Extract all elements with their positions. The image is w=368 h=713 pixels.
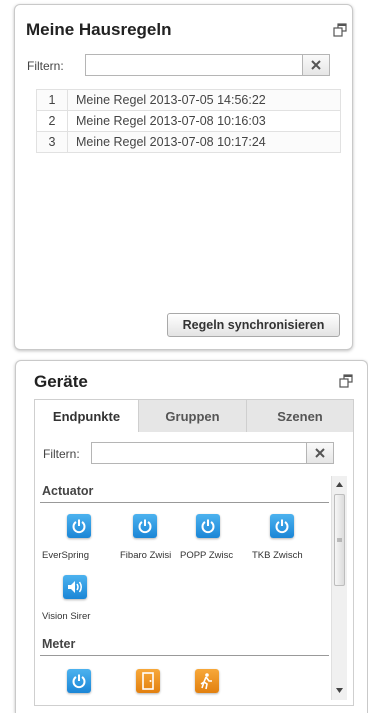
undock-icon[interactable] xyxy=(333,23,347,37)
undock-icon[interactable] xyxy=(339,374,353,388)
device-label: Fibaro Zwisi xyxy=(120,550,172,561)
scroll-thumb[interactable] xyxy=(334,494,345,586)
devices-filter-label: Filtern: xyxy=(43,447,80,461)
rules-filter-input[interactable] xyxy=(85,54,303,76)
sync-rules-button[interactable]: Regeln synchronisieren xyxy=(167,313,340,337)
devices-filter-input[interactable] xyxy=(91,442,307,464)
table-row[interactable]: 1 Meine Regel 2013-07-05 14:56:22 xyxy=(36,89,341,111)
device-tabs: Endpunkte Gruppen Szenen xyxy=(34,399,354,433)
rule-number: 3 xyxy=(36,131,68,153)
close-icon xyxy=(315,448,325,458)
rule-number: 1 xyxy=(36,89,68,111)
rules-filter-label: Filtern: xyxy=(27,59,64,73)
device-list-scrollbar[interactable] xyxy=(331,476,347,700)
rules-filter-clear-button[interactable] xyxy=(302,54,330,76)
scroll-down-arrow[interactable] xyxy=(332,682,347,698)
rule-name[interactable]: Meine Regel 2013-07-08 10:17:24 xyxy=(67,131,341,153)
scroll-up-arrow[interactable] xyxy=(332,476,347,492)
power-icon xyxy=(67,514,91,538)
rule-name[interactable]: Meine Regel 2013-07-08 10:16:03 xyxy=(67,110,341,132)
table-row[interactable]: 3 Meine Regel 2013-07-08 10:17:24 xyxy=(36,131,341,153)
rules-table: 1 Meine Regel 2013-07-05 14:56:22 2 Mein… xyxy=(36,89,341,153)
device-label: POPP Zwisc xyxy=(180,550,234,561)
tab-gruppen[interactable]: Gruppen xyxy=(139,400,246,432)
section-meter: Meter xyxy=(42,637,76,651)
device-label: TKB Zwisch xyxy=(252,550,303,561)
section-divider xyxy=(40,655,329,656)
door-icon[interactable] xyxy=(136,669,160,693)
motion-icon[interactable] xyxy=(195,669,219,693)
tab-endpunkte[interactable]: Endpunkte xyxy=(35,400,139,433)
table-row[interactable]: 2 Meine Regel 2013-07-08 10:16:03 xyxy=(36,110,341,132)
close-icon xyxy=(311,60,321,70)
section-divider xyxy=(40,502,329,503)
section-actuator: Actuator xyxy=(42,484,94,498)
endpoints-tab-body xyxy=(34,432,354,706)
device-label: Vision Sirer xyxy=(42,611,91,622)
rules-panel-title: Meine Hausregeln xyxy=(26,20,172,39)
device-label: EverSpring xyxy=(42,550,89,561)
rule-name[interactable]: Meine Regel 2013-07-05 14:56:22 xyxy=(67,89,341,111)
rule-number: 2 xyxy=(36,110,68,132)
power-icon xyxy=(270,514,294,538)
power-icon xyxy=(133,514,157,538)
power-icon[interactable] xyxy=(67,669,91,693)
power-icon xyxy=(196,514,220,538)
devices-filter-clear-button[interactable] xyxy=(306,442,334,464)
devices-panel-title: Geräte xyxy=(34,372,88,391)
speaker-icon xyxy=(63,575,87,599)
tab-szenen[interactable]: Szenen xyxy=(246,400,353,432)
